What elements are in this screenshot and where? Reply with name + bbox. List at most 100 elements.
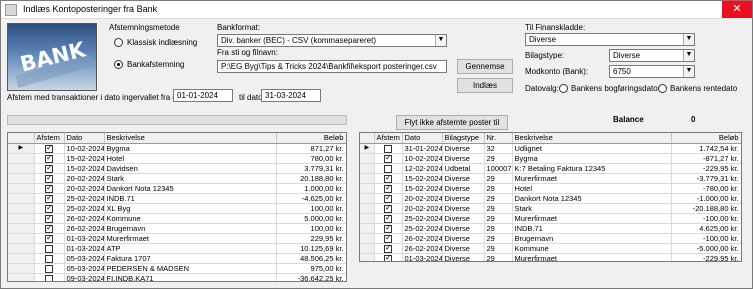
reconcile-cell[interactable] (34, 203, 65, 214)
reconcile-checkbox[interactable] (45, 274, 53, 281)
reconcile-checkbox[interactable] (384, 193, 392, 203)
reconcile-cell[interactable] (374, 173, 403, 184)
table-row[interactable]: 10-02-2024Diverse29Bygma-871,27 kr. (360, 153, 741, 164)
column-header[interactable]: Bilagstype (442, 133, 485, 144)
reconcile-cell[interactable] (34, 153, 65, 164)
reconcile-cell[interactable] (34, 183, 65, 194)
reconcile-checkbox[interactable] (384, 223, 392, 233)
journal-select[interactable]: Diverse ▼ (525, 33, 695, 46)
reconcile-cell[interactable] (374, 243, 403, 254)
table-row[interactable]: 25-02-2024Diverse29Murerfirmaet-100,00 k… (360, 213, 741, 224)
reconcile-cell[interactable] (374, 193, 403, 204)
column-header[interactable]: Nr. (484, 133, 513, 144)
reconcile-checkbox[interactable] (45, 254, 53, 263)
radio-booking-date[interactable] (559, 84, 568, 93)
table-row[interactable]: 26-02-2024Diverse29Kommune-5.000,00 kr. (360, 243, 741, 254)
reconcile-cell[interactable] (34, 263, 65, 274)
table-row[interactable]: 25-02-2024Diverse29INDB.714.625,00 kr. (360, 223, 741, 234)
reconcile-cell[interactable] (374, 183, 403, 194)
reconcile-checkbox[interactable] (384, 213, 392, 223)
table-row[interactable]: 26-02-2024Kommune5.000,00 kr. (8, 213, 346, 224)
move-unreconciled-button[interactable]: Flyt ikke afstemte poster til kladde (396, 115, 508, 140)
chevron-down-icon[interactable]: ▼ (683, 50, 694, 61)
column-header[interactable]: Beløb (671, 133, 741, 144)
reconcile-checkbox[interactable] (384, 173, 392, 183)
reconcile-cell[interactable] (34, 253, 65, 264)
column-header[interactable]: Afstem (34, 133, 65, 144)
reconcile-cell[interactable] (34, 233, 65, 244)
reconcile-checkbox[interactable] (384, 144, 392, 153)
close-button[interactable]: ✕ (722, 1, 752, 18)
chevron-down-icon[interactable]: ▼ (683, 34, 694, 45)
reconcile-cell[interactable] (374, 253, 403, 261)
table-row[interactable]: 05-03-2024 PEDERSEN & MADSEN 975,00 kr. (8, 263, 346, 274)
reconcile-checkbox[interactable] (45, 244, 53, 253)
table-row[interactable]: 20-02-2024Stark20.188,80 kr. (8, 173, 346, 184)
reconcile-checkbox[interactable] (45, 183, 53, 193)
radio-bank-reconciliation[interactable] (114, 60, 123, 69)
reconcile-cell[interactable] (374, 153, 403, 164)
table-row[interactable]: 20-02-2024Diverse29Stark-20.188,80 kr. (360, 203, 741, 214)
reconcile-checkbox[interactable] (45, 163, 53, 173)
reconcile-cell[interactable] (34, 273, 65, 281)
reconcile-checkbox[interactable] (384, 243, 392, 253)
from-date-input[interactable]: 01-01-2024 (173, 89, 233, 102)
table-row[interactable]: 26-02-2024Brugernavn100,00 kr. (8, 223, 346, 234)
reconcile-cell[interactable] (374, 233, 403, 244)
reconcile-cell[interactable] (34, 143, 65, 154)
reconcile-checkbox[interactable] (45, 153, 53, 163)
voucher-type-select[interactable]: Diverse ▼ (609, 49, 695, 62)
reconcile-checkbox[interactable] (384, 153, 392, 163)
reconcile-checkbox[interactable] (45, 173, 53, 183)
column-header[interactable]: Beskrivelse (512, 133, 672, 144)
chevron-down-icon[interactable]: ▼ (435, 35, 446, 46)
column-header[interactable]: Dato (64, 133, 105, 144)
reconcile-checkbox[interactable] (384, 233, 392, 243)
column-header[interactable]: Beskrivelse (104, 133, 277, 144)
radio-interest-date[interactable] (658, 84, 667, 93)
reconcile-checkbox[interactable] (45, 143, 53, 153)
reconcile-cell[interactable] (34, 213, 65, 224)
reconcile-checkbox[interactable] (45, 233, 53, 243)
reconcile-cell[interactable] (374, 163, 403, 174)
table-row[interactable]: 01-03-2024Murerfirmaet229,95 kr. (8, 233, 346, 244)
reconcile-cell[interactable] (374, 223, 403, 234)
table-row[interactable]: 15-02-2024Diverse29Hotel-780,00 kr. (360, 183, 741, 194)
browse-button[interactable]: Gennemse (457, 59, 513, 74)
filepath-input[interactable]: P:\EG Byg\Tips & Tricks 2024\Bankfil\eks… (217, 60, 447, 73)
table-row[interactable]: 12-02-2024 Udbetal 100007 K:7 Betaling Fakt… (360, 163, 741, 174)
import-button[interactable]: Indlæs (457, 78, 513, 93)
reconcile-checkbox[interactable] (45, 223, 53, 233)
reconcile-cell[interactable] (34, 193, 65, 204)
reconcile-checkbox[interactable] (45, 203, 53, 213)
table-row[interactable]: 15-02-2024Davidsen3.779,31 kr. (8, 163, 346, 174)
table-row[interactable]: ▶ 10-02-2024Bygma871,27 kr. (8, 143, 346, 154)
table-row[interactable]: 09-03-2024 FI,INDB.KA71 -36.642,25 kr. (8, 273, 346, 281)
column-header[interactable]: Dato (402, 133, 443, 144)
table-row[interactable]: 01-03-2024 ATP 10.125,69 kr. (8, 243, 346, 254)
reconcile-checkbox[interactable] (384, 164, 392, 173)
to-date-input[interactable]: 31-03-2024 (261, 89, 321, 102)
reconcile-cell[interactable] (34, 223, 65, 234)
table-row[interactable]: 20-02-2024Diverse29Dankort Nota 12345-1.… (360, 193, 741, 204)
column-header[interactable]: Afstem (374, 133, 403, 144)
reconcile-checkbox[interactable] (45, 193, 53, 203)
reconcile-cell[interactable] (374, 143, 403, 154)
table-row[interactable]: 20-02-2024Dankort Nota 123451.000,00 kr. (8, 183, 346, 194)
table-row[interactable]: 01-03-2024Diverse29Murerfirmaet-229,95 k… (360, 253, 741, 261)
table-row[interactable]: 05-03-2024 Faktura 1707 48.506,25 kr. (8, 253, 346, 264)
offset-account-select[interactable]: 6750 ▼ (609, 65, 695, 78)
reconcile-checkbox[interactable] (384, 183, 392, 193)
table-row[interactable]: 15-02-2024Diverse29Murerfirmaet-3.779,31… (360, 173, 741, 184)
bankformat-select[interactable]: Div. banker (BEC) - CSV (kommasepareret)… (217, 34, 447, 47)
column-header[interactable]: Beløb (276, 133, 346, 144)
reconcile-cell[interactable] (374, 203, 403, 214)
table-row[interactable]: 25-02-2024XL Byg100,00 kr. (8, 203, 346, 214)
reconcile-checkbox[interactable] (45, 264, 53, 273)
reconcile-checkbox[interactable] (384, 253, 392, 261)
table-row[interactable]: 15-02-2024Hotel780,00 kr. (8, 153, 346, 164)
reconcile-cell[interactable] (34, 243, 65, 254)
chevron-down-icon[interactable]: ▼ (683, 66, 694, 77)
table-row[interactable]: 26-02-2024Diverse29Brugernavn-100,00 kr. (360, 233, 741, 244)
reconcile-cell[interactable] (34, 173, 65, 184)
